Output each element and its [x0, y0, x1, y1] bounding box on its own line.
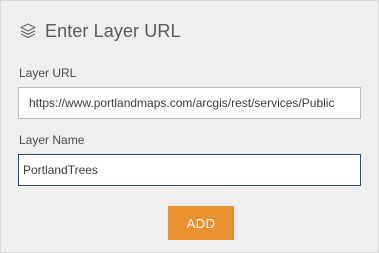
layer-name-label: Layer Name — [19, 133, 85, 147]
panel-header: Enter Layer URL — [19, 19, 181, 43]
layer-url-input[interactable] — [18, 87, 361, 119]
layer-name-input[interactable] — [18, 154, 361, 186]
panel-title: Enter Layer URL — [45, 20, 181, 41]
add-button[interactable]: ADD — [168, 206, 234, 240]
layers-icon — [19, 22, 37, 40]
layer-url-label: Layer URL — [19, 66, 77, 80]
enter-layer-url-panel: Enter Layer URL Layer URL Layer Name ADD — [0, 0, 379, 253]
